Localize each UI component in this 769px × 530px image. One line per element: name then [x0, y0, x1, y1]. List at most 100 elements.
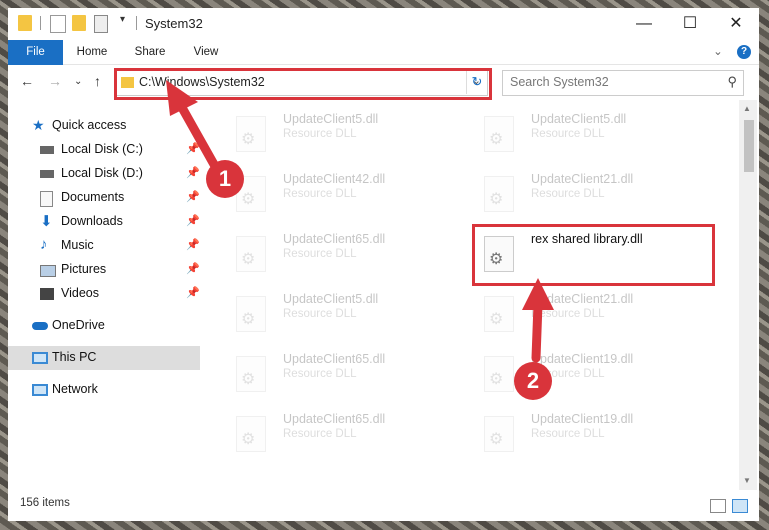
- file-name: UpdateClient21.dll: [531, 292, 634, 306]
- file-name: UpdateClient5.dll: [283, 112, 379, 126]
- cloud-icon: [32, 322, 48, 330]
- pin-icon[interactable]: 📌: [186, 214, 200, 227]
- list-item[interactable]: ⚙ UpdateClient19.dll Resource DLL: [474, 408, 704, 458]
- tab-share[interactable]: Share: [128, 40, 172, 64]
- file-name: UpdateClient5.dll: [283, 292, 379, 306]
- file-name: UpdateClient21.dll: [531, 172, 634, 186]
- file-type: Resource DLL: [531, 308, 605, 320]
- dll-file-icon: ⚙: [236, 416, 266, 452]
- scroll-down-icon[interactable]: ▼: [743, 476, 751, 485]
- customize-qat-icon[interactable]: [94, 15, 108, 33]
- sidebar-item-quick-access[interactable]: ★ Quick access: [8, 114, 200, 138]
- file-type: Resource DLL: [283, 128, 357, 140]
- file-list: ⚙ UpdateClient5.dll Resource DLL ⚙ Updat…: [218, 100, 741, 490]
- sidebar-item-label: OneDrive: [52, 318, 105, 332]
- dll-file-icon: ⚙: [236, 116, 266, 152]
- sidebar-item-local-disk-c[interactable]: Local Disk (C:) 📌: [8, 138, 200, 162]
- network-icon: [32, 384, 48, 396]
- tab-home[interactable]: Home: [70, 40, 114, 64]
- file-type: Resource DLL: [283, 368, 357, 380]
- sidebar-item-label: Network: [52, 382, 98, 396]
- pin-icon[interactable]: 📌: [186, 142, 200, 155]
- sidebar-item-label: Local Disk (C:): [61, 142, 143, 156]
- properties-icon[interactable]: [50, 15, 66, 33]
- pin-icon[interactable]: 📌: [186, 166, 200, 179]
- file-type: Resource DLL: [531, 188, 605, 200]
- large-icons-view-icon[interactable]: [732, 499, 748, 513]
- gear-icon: ⚙: [241, 251, 256, 268]
- file-type: Resource DLL: [283, 188, 357, 200]
- help-icon[interactable]: ?: [737, 45, 751, 59]
- drive-icon: [40, 146, 54, 154]
- sidebar-item-documents[interactable]: Documents 📌: [8, 186, 200, 210]
- gear-icon: ⚙: [489, 131, 504, 148]
- list-item[interactable]: ⚙ UpdateClient5.dll Resource DLL: [474, 108, 704, 158]
- gear-icon: ⚙: [241, 431, 256, 448]
- scrollbar-thumb[interactable]: [744, 120, 754, 172]
- star-icon: ★: [32, 117, 45, 133]
- gear-icon: ⚙: [489, 371, 504, 388]
- step-badge-1: 1: [206, 160, 244, 198]
- status-bar: 156 items: [8, 490, 759, 521]
- gear-icon: ⚙: [489, 431, 504, 448]
- maximize-button[interactable]: ☐: [667, 8, 713, 40]
- pin-icon[interactable]: 📌: [186, 238, 200, 251]
- list-item[interactable]: ⚙ UpdateClient5.dll Resource DLL: [226, 108, 456, 158]
- search-icon[interactable]: ⚲: [727, 74, 737, 90]
- pin-icon[interactable]: 📌: [186, 262, 200, 275]
- recent-locations-icon[interactable]: ⌄: [74, 76, 82, 87]
- up-icon[interactable]: ↑: [94, 73, 101, 89]
- pin-icon[interactable]: 📌: [186, 286, 200, 299]
- gear-icon: ⚙: [489, 191, 504, 208]
- list-item[interactable]: ⚙ UpdateClient42.dll Resource DLL: [226, 168, 456, 218]
- sidebar-item-onedrive[interactable]: OneDrive: [8, 314, 200, 338]
- file-type: Resource DLL: [283, 308, 357, 320]
- sidebar-item-label: Quick access: [52, 118, 127, 132]
- window-title: System32: [145, 16, 203, 31]
- qat-dropdown-icon[interactable]: ▾: [120, 14, 125, 25]
- file-type: Resource DLL: [531, 128, 605, 140]
- tab-view[interactable]: View: [184, 40, 228, 64]
- sidebar-item-local-disk-d[interactable]: Local Disk (D:) 📌: [8, 162, 200, 186]
- list-item[interactable]: ⚙ UpdateClient65.dll Resource DLL: [226, 228, 456, 278]
- sidebar-item-pictures[interactable]: Pictures 📌: [8, 258, 200, 282]
- sidebar-item-label: This PC: [52, 350, 97, 364]
- scroll-up-icon[interactable]: ▲: [743, 104, 751, 113]
- forward-icon[interactable]: →: [48, 73, 62, 89]
- sidebar-item-network[interactable]: Network: [8, 378, 200, 402]
- gear-icon: ⚙: [241, 191, 256, 208]
- pin-icon[interactable]: 📌: [186, 190, 200, 203]
- back-icon[interactable]: ←: [20, 73, 34, 89]
- qat-separator: [40, 16, 41, 30]
- sidebar-item-videos[interactable]: Videos 📌: [8, 282, 200, 306]
- sidebar-item-this-pc[interactable]: This PC: [8, 346, 200, 370]
- gear-icon: ⚙: [241, 371, 256, 388]
- gear-icon: ⚙: [241, 311, 256, 328]
- close-button[interactable]: ✕: [713, 8, 759, 40]
- address-highlight-box: [114, 68, 492, 100]
- new-folder-icon[interactable]: [72, 15, 86, 31]
- details-view-icon[interactable]: [710, 499, 726, 513]
- list-item[interactable]: ⚙ UpdateClient5.dll Resource DLL: [226, 288, 456, 338]
- item-count: 156 items: [20, 497, 70, 509]
- explorer-window: ▾ System32 — ☐ ✕ File Home Share View ⌄ …: [8, 8, 759, 521]
- list-item[interactable]: ⚙ UpdateClient21.dll Resource DLL: [474, 168, 704, 218]
- list-item[interactable]: ⚙ UpdateClient65.dll Resource DLL: [226, 348, 456, 398]
- sidebar-item-label: Documents: [61, 190, 125, 204]
- list-item[interactable]: ⚙ UpdateClient65.dll Resource DLL: [226, 408, 456, 458]
- sidebar-item-downloads[interactable]: ⬇ Downloads 📌: [8, 210, 200, 234]
- search-input[interactable]: Search System32 ⚲: [502, 70, 744, 96]
- list-item[interactable]: ⚙ UpdateClient21.dll Resource DLL: [474, 288, 704, 338]
- file-name: UpdateClient19.dll: [531, 352, 634, 366]
- expand-ribbon-icon[interactable]: ⌄: [708, 40, 728, 64]
- list-item[interactable]: ⚙ UpdateClient19.dll Resource DLL: [474, 348, 704, 398]
- gear-icon: ⚙: [241, 131, 256, 148]
- folder-icon: [18, 15, 32, 31]
- sidebar-item-label: Downloads: [61, 214, 123, 228]
- sidebar-item-music[interactable]: ♪ Music 📌: [8, 234, 200, 258]
- sidebar-item-label: Videos: [61, 286, 99, 300]
- step-badge-2: 2: [514, 362, 552, 400]
- file-highlight-box: [472, 224, 715, 286]
- minimize-button[interactable]: —: [621, 8, 667, 40]
- vertical-scrollbar[interactable]: ▲ ▼: [739, 100, 757, 490]
